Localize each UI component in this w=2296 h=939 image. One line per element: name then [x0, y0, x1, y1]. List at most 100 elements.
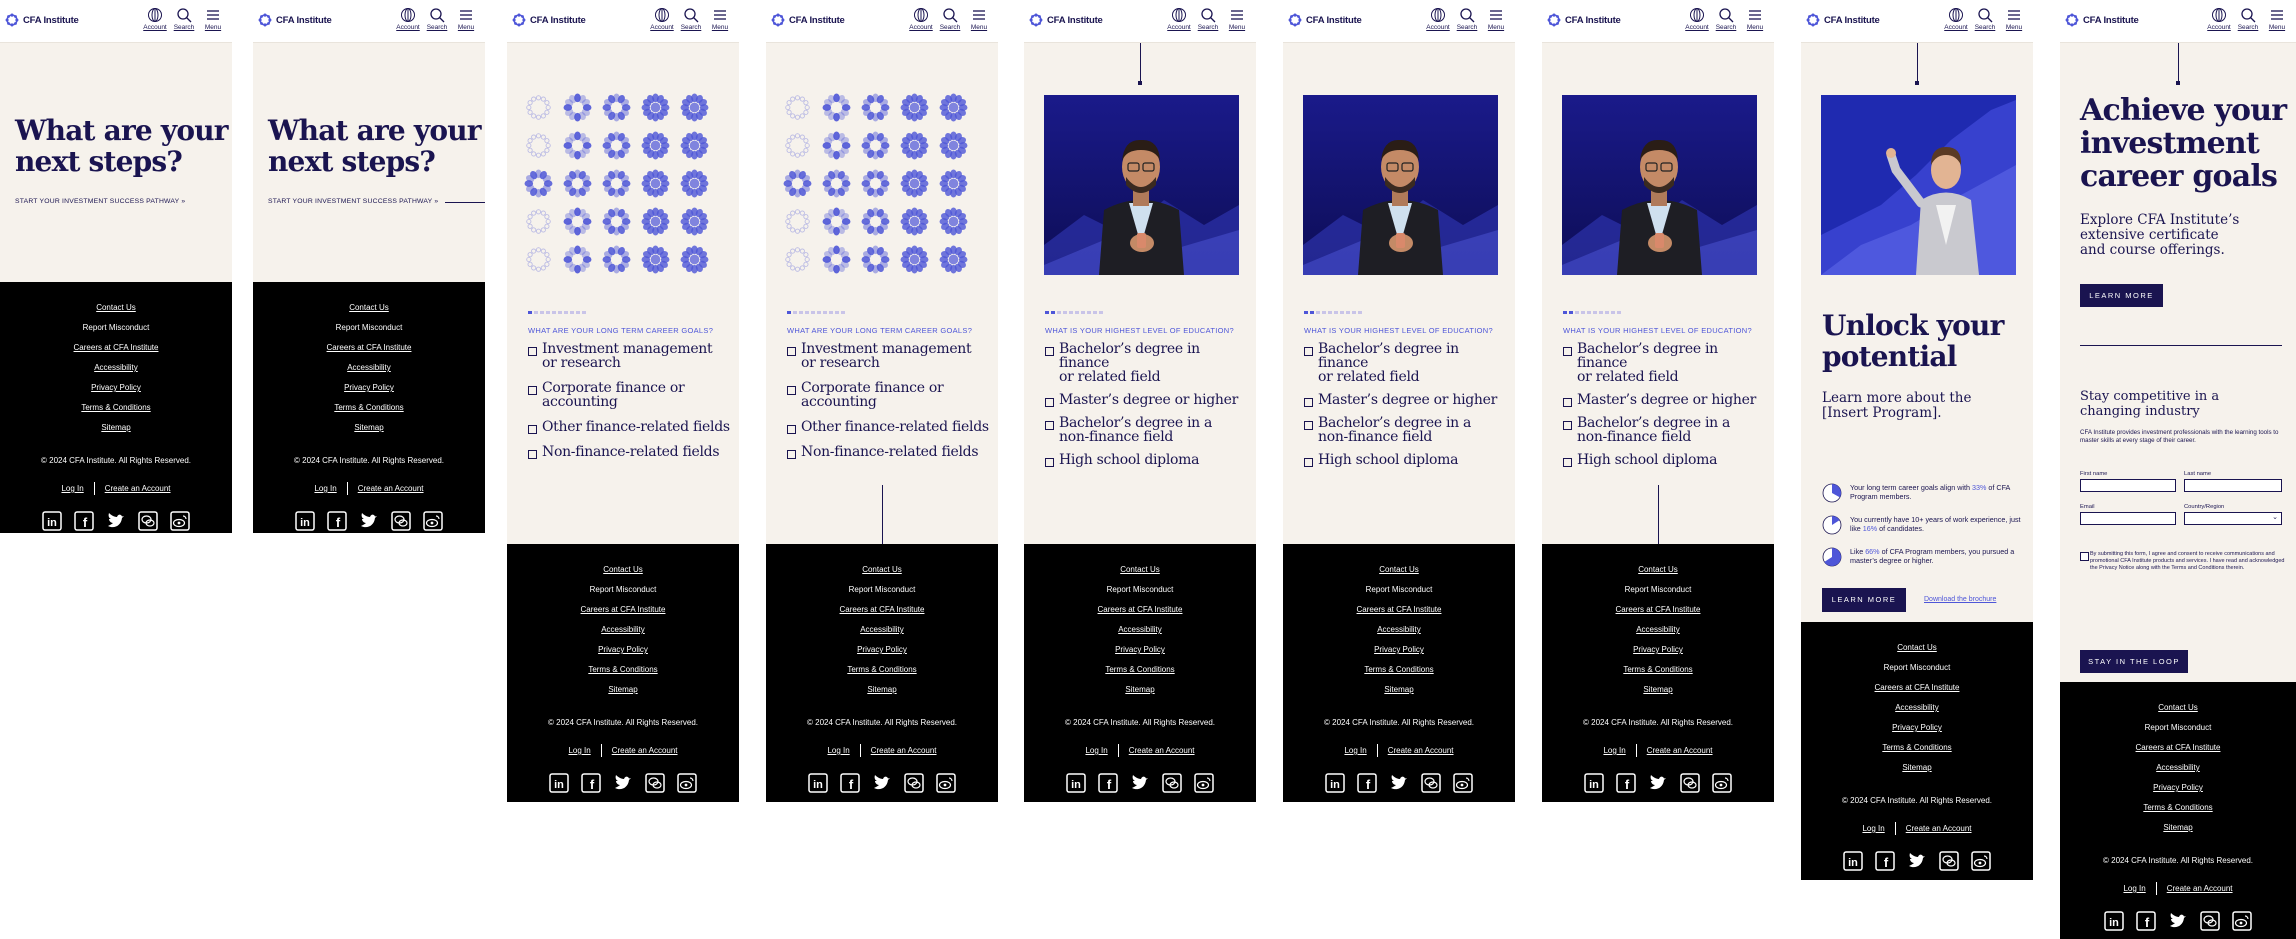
- login-link[interactable]: Log In: [1862, 824, 1884, 833]
- create-account-link[interactable]: Create an Account: [1129, 746, 1195, 755]
- menu-button[interactable]: Menu: [708, 7, 732, 31]
- facebook-icon[interactable]: f: [1098, 773, 1118, 793]
- linkedin-icon[interactable]: in: [42, 511, 62, 531]
- twitter-icon[interactable]: [1130, 773, 1150, 793]
- footer-link[interactable]: Sitemap: [2060, 818, 2296, 838]
- learn-more-button[interactable]: LEARN MORE: [2080, 284, 2163, 307]
- footer-link[interactable]: Careers at CFA Institute: [766, 600, 998, 620]
- footer-link[interactable]: Report Misconduct: [0, 318, 232, 338]
- account-button[interactable]: Account: [1944, 7, 1968, 31]
- search-button[interactable]: Search: [1714, 7, 1738, 31]
- footer-link[interactable]: Terms & Conditions: [2060, 798, 2296, 818]
- login-link[interactable]: Log In: [1344, 746, 1366, 755]
- answer-option[interactable]: Bachelor’s degree in a non-finance field: [1045, 416, 1250, 444]
- footer-link[interactable]: Privacy Policy: [1283, 640, 1515, 660]
- footer-link[interactable]: Terms & Conditions: [1283, 660, 1515, 680]
- menu-button[interactable]: Menu: [1743, 7, 1767, 31]
- checkbox[interactable]: [528, 347, 537, 356]
- weibo-icon[interactable]: [1712, 773, 1732, 793]
- answer-option[interactable]: Bachelor’s degree in a non-finance field: [1304, 416, 1509, 444]
- footer-link[interactable]: Report Misconduct: [766, 580, 998, 600]
- answer-option[interactable]: Bachelor’s degree in finance or related f…: [1563, 342, 1768, 384]
- facebook-icon[interactable]: f: [74, 511, 94, 531]
- answer-option[interactable]: Master’s degree or higher: [1304, 393, 1509, 407]
- stay-in-loop-button[interactable]: STAY IN THE LOOP: [2080, 650, 2188, 673]
- footer-link[interactable]: Careers at CFA Institute: [253, 338, 485, 358]
- footer-link[interactable]: Sitemap: [1283, 680, 1515, 700]
- twitter-icon[interactable]: [1648, 773, 1668, 793]
- answer-option[interactable]: Bachelor’s degree in finance or related f…: [1304, 342, 1509, 384]
- twitter-icon[interactable]: [2168, 911, 2188, 931]
- account-button[interactable]: Account: [396, 7, 420, 31]
- checkbox[interactable]: [1563, 458, 1572, 467]
- menu-button[interactable]: Menu: [1484, 7, 1508, 31]
- footer-link[interactable]: Privacy Policy: [0, 378, 232, 398]
- email-field[interactable]: [2080, 512, 2176, 525]
- weibo-icon[interactable]: [2232, 911, 2252, 931]
- footer-link[interactable]: Privacy Policy: [253, 378, 485, 398]
- checkbox[interactable]: [1563, 421, 1572, 430]
- footer-link[interactable]: Contact Us: [766, 560, 998, 580]
- cfa-logo[interactable]: CFA Institute: [512, 13, 586, 27]
- footer-link[interactable]: Accessibility: [1542, 620, 1774, 640]
- checkbox[interactable]: [787, 347, 796, 356]
- linkedin-icon[interactable]: in: [1843, 851, 1863, 871]
- checkbox[interactable]: [787, 450, 796, 459]
- footer-link[interactable]: Sitemap: [1024, 680, 1256, 700]
- login-link[interactable]: Log In: [61, 484, 83, 493]
- twitter-icon[interactable]: [613, 773, 633, 793]
- weibo-icon[interactable]: [1971, 851, 1991, 871]
- twitter-icon[interactable]: [359, 511, 379, 531]
- footer-link[interactable]: Terms & Conditions: [1801, 738, 2033, 758]
- footer-link[interactable]: Contact Us: [1283, 560, 1515, 580]
- facebook-icon[interactable]: f: [2136, 911, 2156, 931]
- search-button[interactable]: Search: [2236, 7, 2260, 31]
- menu-button[interactable]: Menu: [967, 7, 991, 31]
- answer-option[interactable]: High school diploma: [1304, 453, 1509, 467]
- checkbox[interactable]: [1045, 347, 1054, 356]
- consent-checkbox[interactable]: [2080, 552, 2089, 561]
- facebook-icon[interactable]: f: [1875, 851, 1895, 871]
- account-button[interactable]: Account: [1167, 7, 1191, 31]
- create-account-link[interactable]: Create an Account: [1906, 824, 1972, 833]
- answer-option[interactable]: High school diploma: [1045, 453, 1250, 467]
- linkedin-icon[interactable]: in: [549, 773, 569, 793]
- footer-link[interactable]: Accessibility: [1283, 620, 1515, 640]
- login-link[interactable]: Log In: [2123, 884, 2145, 893]
- pathway-link[interactable]: START YOUR INVESTMENT SUCCESS PATHWAY »: [268, 198, 438, 205]
- cfa-logo[interactable]: CFA Institute: [258, 13, 332, 27]
- answer-option[interactable]: Bachelor’s degree in finance or related f…: [1045, 342, 1250, 384]
- answer-option[interactable]: Bachelor’s degree in a non-finance field: [1563, 416, 1768, 444]
- create-account-link[interactable]: Create an Account: [1647, 746, 1713, 755]
- footer-link[interactable]: Report Misconduct: [253, 318, 485, 338]
- cfa-logo[interactable]: CFA Institute: [1288, 13, 1362, 27]
- footer-link[interactable]: Privacy Policy: [2060, 778, 2296, 798]
- footer-link[interactable]: Careers at CFA Institute: [0, 338, 232, 358]
- wechat-icon[interactable]: [1680, 773, 1700, 793]
- footer-link[interactable]: Careers at CFA Institute: [507, 600, 739, 620]
- footer-link[interactable]: Careers at CFA Institute: [1801, 678, 2033, 698]
- search-button[interactable]: Search: [1973, 7, 1997, 31]
- twitter-icon[interactable]: [1389, 773, 1409, 793]
- account-button[interactable]: Account: [1426, 7, 1450, 31]
- create-account-link[interactable]: Create an Account: [871, 746, 937, 755]
- checkbox[interactable]: [1045, 458, 1054, 467]
- login-link[interactable]: Log In: [568, 746, 590, 755]
- last-name-field[interactable]: [2184, 479, 2282, 492]
- login-link[interactable]: Log In: [314, 484, 336, 493]
- wechat-icon[interactable]: [1421, 773, 1441, 793]
- footer-link[interactable]: Careers at CFA Institute: [1542, 600, 1774, 620]
- footer-link[interactable]: Report Misconduct: [1542, 580, 1774, 600]
- facebook-icon[interactable]: f: [581, 773, 601, 793]
- account-button[interactable]: Account: [143, 7, 167, 31]
- search-button[interactable]: Search: [425, 7, 449, 31]
- footer-link[interactable]: Sitemap: [507, 680, 739, 700]
- facebook-icon[interactable]: f: [1357, 773, 1377, 793]
- answer-option[interactable]: Non-finance-related fields: [528, 445, 733, 459]
- cfa-logo[interactable]: CFA Institute: [1806, 13, 1880, 27]
- checkbox[interactable]: [528, 425, 537, 434]
- search-button[interactable]: Search: [679, 7, 703, 31]
- wechat-icon[interactable]: [1939, 851, 1959, 871]
- checkbox[interactable]: [528, 386, 537, 395]
- footer-link[interactable]: Contact Us: [1801, 638, 2033, 658]
